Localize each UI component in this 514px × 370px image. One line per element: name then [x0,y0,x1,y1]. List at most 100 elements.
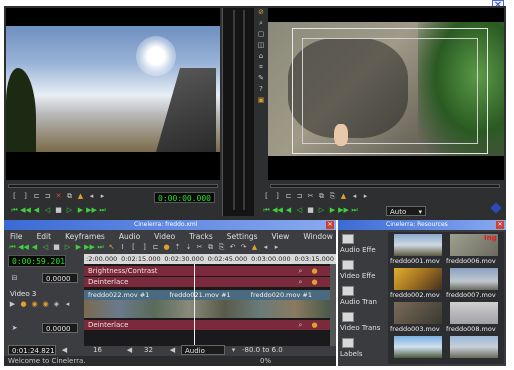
compositor-out-icon[interactable]: ] [273,192,282,201]
media-item[interactable]: freddo008.mov [446,302,502,334]
magnify-icon[interactable]: ⌕ [296,321,305,330]
track-draw-icon[interactable]: ◉ [41,300,50,309]
main-frame-forward-icon[interactable]: ▷ [63,243,72,252]
compositor-overwrite-icon[interactable]: ⊐ [295,192,304,201]
amp-icon[interactable]: ◀ [125,346,134,355]
effect-row[interactable]: Deinterlace ⌕ ● [84,277,330,287]
compositor-stop-icon[interactable]: ■ [306,206,315,215]
compositor-canvas[interactable] [268,8,504,180]
extract-icon[interactable]: ⇣ [184,243,193,252]
viewer-slider[interactable] [8,184,218,188]
menu-view[interactable]: View [272,232,290,241]
crop-icon[interactable]: ⌗ [257,63,266,72]
resources-close-icon[interactable]: ✕ [496,221,504,229]
projector-icon[interactable]: ⌂ [257,52,266,61]
in-icon[interactable]: [ [129,243,138,252]
compositor-cut-icon[interactable]: ✂ [306,192,315,201]
main-close-icon[interactable]: ✕ [326,221,334,229]
effect-on-icon[interactable]: ● [310,321,319,330]
compositor-splice-icon[interactable]: ⊏ [284,192,293,201]
compositor-prev-icon[interactable]: ◂ [350,192,359,201]
next-label-main-icon[interactable]: ▸ [272,243,281,252]
menu-keyframes[interactable]: Keyframes [65,232,105,241]
zoom-out-icon[interactable]: ◀ [60,346,69,355]
patch-icon[interactable]: ⊟ [10,274,19,283]
redo-icon[interactable]: ↷ [239,243,248,252]
in-point-icon[interactable]: [ [10,192,19,201]
compositor-end-icon[interactable]: ⏭ [350,206,359,215]
arrow-tool-icon[interactable]: ↖ [107,243,116,252]
paste-icon[interactable]: ⎘ [217,243,226,252]
compositor-copy-icon[interactable]: ⧉ [317,192,326,201]
tool-info-icon[interactable]: ? [257,85,266,94]
ibeam-tool-icon[interactable]: I [118,243,127,252]
copy-icon[interactable]: ⧉ [65,192,74,201]
media-item[interactable] [446,336,502,362]
clip-strip[interactable]: freddo022.mov #1 freddo021.mov #1 freddo… [84,290,330,318]
menu-tracks[interactable]: Tracks [189,232,213,241]
main-reverse-icon[interactable]: ◀ [30,243,39,252]
media-item[interactable]: freddo007.mov [446,268,502,300]
prev-label-main-icon[interactable]: ◂ [261,243,270,252]
effect-row[interactable]: Brightness/Contrast ⌕ ● [84,266,330,276]
compositor-paste-icon[interactable]: ⎘ [328,192,337,201]
compositor-zoom-select[interactable]: Auto ▾ [386,206,426,216]
compositor-slider[interactable] [270,184,500,188]
main-end-icon[interactable]: ⏭ [96,243,105,252]
label-icon[interactable]: ▲ [76,192,85,201]
zoom-sample[interactable]: 16 [93,346,121,354]
effect-on-icon[interactable]: ● [310,267,319,276]
menu-video[interactable]: Video [154,232,175,241]
track-play-icon[interactable]: ▶ [8,300,17,309]
compositor-next-icon[interactable]: ▸ [361,192,370,201]
out-point-icon[interactable]: ] [21,192,30,201]
compositor-frame-back-icon[interactable]: ◁ [295,206,304,215]
record-icon[interactable]: ● [162,243,171,252]
magnify-icon[interactable]: ⌕ [296,278,305,287]
magnify-icon[interactable]: ⌕ [296,267,305,276]
track-expand-icon[interactable]: ◂ [63,300,72,309]
main-play-icon[interactable]: ▶ [74,243,83,252]
main-stop-icon[interactable]: ■ [52,243,61,252]
menu-file[interactable]: File [10,232,23,241]
protect-icon[interactable]: ⊘ [257,8,266,17]
menu-audio[interactable]: Audio [119,232,140,241]
eyedrop-icon[interactable]: ✎ [257,74,266,83]
compositor-label-icon[interactable]: ▲ [339,192,348,201]
track-mute-icon[interactable]: ◈ [52,300,61,309]
folder-item[interactable]: Audio Tran [340,286,386,310]
label-main-icon[interactable]: ▲ [250,243,259,252]
media-item[interactable]: freddo001.mov [390,234,446,266]
folder-item[interactable]: Video Trans [340,312,386,336]
track-value-field[interactable]: 0.0000 [42,273,78,283]
track-name[interactable]: Video 3 [10,290,36,298]
media-item[interactable] [390,336,446,362]
undo-icon[interactable]: ↶ [228,243,237,252]
lift-icon[interactable]: ⇡ [173,243,182,252]
folder-item[interactable]: Audio Effe [340,234,386,258]
splice-main-icon[interactable]: ⊏ [151,243,160,252]
track-gang-icon[interactable]: ◉ [30,300,39,309]
out-icon[interactable]: ] [140,243,149,252]
compositor-frame-forward-icon[interactable]: ▷ [317,206,326,215]
fast-forward-icon[interactable]: ▶▶ [86,206,97,215]
media-item[interactable]: Ing freddo006.mov [446,234,502,266]
zoom-icon[interactable]: ⌕ [257,19,266,28]
play-icon[interactable]: ▶ [76,206,85,215]
media-item[interactable]: freddo002.mov [390,268,446,300]
fader-icon[interactable]: ➤ [10,324,19,333]
compositor-reverse-icon[interactable]: ◀ [284,206,293,215]
edit-mask-icon[interactable]: ▢ [257,30,266,39]
frame-back-icon[interactable]: ◁ [43,206,52,215]
playhead[interactable] [194,264,195,346]
stop-icon[interactable]: ■ [54,206,63,215]
main-rewind-icon[interactable]: ⏮ [8,243,17,252]
main-frame-back-icon[interactable]: ◁ [41,243,50,252]
prev-label-icon[interactable]: ◂ [87,192,96,201]
copy-main-icon[interactable]: ⧉ [206,243,215,252]
vertical-scrollbar[interactable] [330,264,336,346]
compositor-fast-reverse-icon[interactable]: ◀◀ [272,206,283,215]
main-fast-reverse-icon[interactable]: ◀◀ [18,243,29,252]
reverse-icon[interactable]: ◀ [32,206,41,215]
menu-window[interactable]: Window [303,232,333,241]
